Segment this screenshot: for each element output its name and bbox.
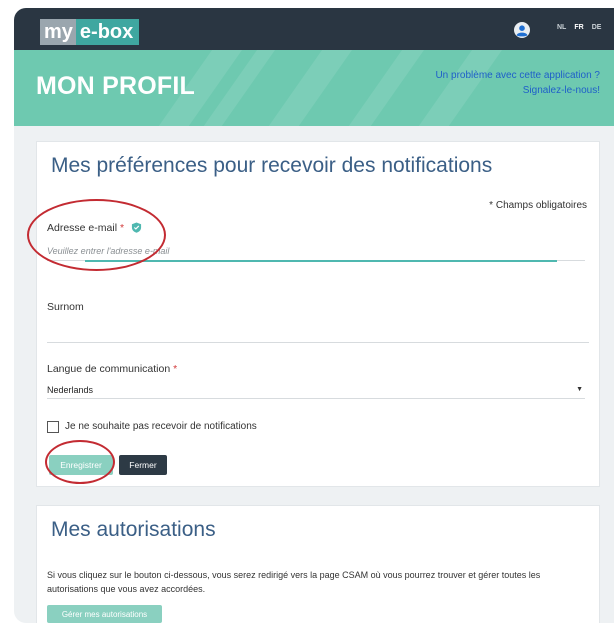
page-title: MON PROFIL [36, 72, 195, 100]
language-label-text: Langue de communication [47, 363, 171, 375]
no-notifications-checkbox[interactable] [47, 421, 59, 433]
page-header-banner: MON PROFIL Un problème avec cette applic… [14, 50, 614, 126]
dropdown-caret-icon: ▼ [576, 386, 583, 393]
lang-nl[interactable]: NL [557, 24, 566, 31]
authorizations-card: Mes autorisations Si vous cliquez sur le… [36, 505, 600, 623]
notifications-title: Mes préférences pour recevoir des notifi… [51, 154, 493, 177]
banner-stripe [258, 50, 360, 126]
logo-ebox-text: e-box [75, 19, 140, 45]
report-line-1: Un problème avec cette application ? [435, 70, 600, 81]
required-fields-note: * Champs obligatoires [489, 200, 587, 211]
app-window: my e-box NL FR DE MON PROFIL Un problème… [14, 8, 614, 623]
top-navigation-bar: my e-box NL FR DE [14, 8, 614, 50]
close-button[interactable]: Fermer [119, 455, 167, 475]
surnom-label: Surnom [47, 301, 84, 313]
logo-my-text: my [40, 19, 76, 45]
user-circle-icon[interactable] [514, 22, 530, 38]
email-focus-underline [85, 260, 557, 262]
my-ebox-logo[interactable]: my e-box [40, 19, 140, 45]
language-label: Langue de communication * [47, 363, 177, 375]
lang-de[interactable]: DE [592, 24, 602, 31]
annotation-circle-email [27, 199, 166, 271]
manage-authorizations-button[interactable]: Gérer mes autorisations [47, 605, 162, 623]
annotation-circle-save [45, 440, 115, 484]
notification-preferences-card: Mes préférences pour recevoir des notifi… [36, 141, 600, 487]
language-selected-value: Nederlands [47, 385, 94, 395]
no-notifications-label[interactable]: Je ne souhaite pas recevoir de notificat… [65, 421, 257, 432]
lang-fr[interactable]: FR [574, 24, 583, 31]
language-switcher: NL FR DE [557, 24, 601, 31]
surnom-input[interactable] [47, 320, 589, 343]
required-marker: * [173, 363, 178, 375]
report-problem-link[interactable]: Un problème avec cette application ? Sig… [435, 68, 600, 98]
banner-stripe [338, 50, 432, 126]
report-line-2: Signalez-le-nous! [522, 85, 600, 96]
authorizations-title: Mes autorisations [51, 518, 216, 541]
language-select[interactable]: Nederlands ▼ [47, 382, 585, 399]
authorizations-description: Si vous cliquez sur le bouton ci-dessous… [47, 570, 541, 594]
